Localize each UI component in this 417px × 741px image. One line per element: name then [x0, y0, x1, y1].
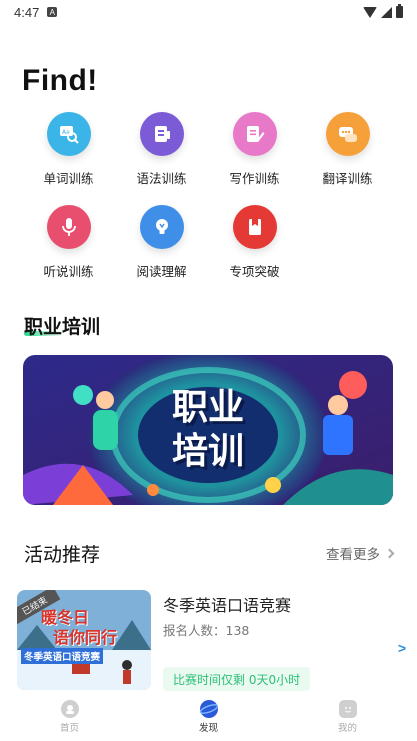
nav-label: 我的: [337, 723, 357, 734]
nav-label: 发现: [198, 723, 218, 734]
chat-bubbles-icon: [325, 112, 370, 156]
feature-vocabulary[interactable]: Aa 单词训练: [22, 112, 115, 187]
feature-label: 听说训练: [43, 264, 94, 279]
view-more-link[interactable]: 查看更多: [326, 543, 395, 563]
battery-icon: [396, 4, 403, 18]
feature-special[interactable]: 专项突破: [208, 205, 301, 280]
feature-reading[interactable]: 阅读理解: [115, 205, 208, 280]
feature-grid: Aa 单词训练 语法训练 写作训练 翻译训练 听说训练 阅读理解 专项突破: [22, 112, 394, 280]
feature-label: 专项突破: [229, 264, 280, 279]
banner-text-line-2: 培训: [171, 431, 244, 472]
nav-mine[interactable]: 我的: [278, 693, 417, 741]
status-bar: 4:47 A: [0, 0, 417, 24]
status-icons: [363, 4, 403, 18]
event-arrow-icon[interactable]: >: [398, 640, 406, 656]
event-time-remaining: 比赛时间仅剩 0天0小时: [163, 667, 311, 691]
smile-icon: [338, 700, 357, 718]
bottom-nav: 首页 发现 我的: [0, 693, 417, 741]
signal-icon: [381, 6, 392, 18]
nav-label: 首页: [59, 723, 79, 734]
feature-grammar[interactable]: 语法训练: [115, 112, 208, 187]
feature-label: 写作训练: [229, 171, 280, 186]
event-signup-count: 报名人数：138: [163, 623, 250, 638]
feature-writing[interactable]: 写作训练: [208, 112, 301, 187]
book-icon: [232, 205, 277, 249]
banner-text-line-1: 职业: [171, 387, 244, 428]
thumb-line-2: 语你同行: [53, 628, 118, 647]
lightbulb-icon: [139, 205, 184, 249]
event-thumbnail: 已结束 暖冬日 语你同行 冬季英语口语竞赛: [17, 590, 151, 690]
feature-label: 语法训练: [136, 171, 187, 186]
microphone-icon: [46, 205, 91, 249]
training-title: 职业培训: [24, 316, 101, 338]
pen-paper-icon: [232, 112, 277, 156]
nav-home[interactable]: 首页: [0, 693, 139, 741]
magnifier-word-icon: Aa: [46, 112, 91, 156]
event-title: 冬季英语口语竞赛: [163, 596, 292, 615]
home-face-icon: [60, 700, 79, 718]
feature-translation[interactable]: 翻译训练: [301, 112, 394, 187]
planet-icon: [199, 700, 218, 718]
events-title: 活动推荐: [24, 544, 101, 566]
nav-discover[interactable]: 发现: [139, 693, 278, 741]
training-banner[interactable]: 职业 培训: [23, 355, 393, 505]
find-title: Find!: [22, 64, 98, 97]
banner-text: 职业 培训: [23, 355, 393, 505]
chevron-right-icon: [384, 548, 395, 558]
event-card[interactable]: 已结束 暖冬日 语你同行 冬季英语口语竞赛 冬季英语口语竞赛 报名人数：138 …: [17, 590, 412, 691]
feature-listening[interactable]: 听说训练: [22, 205, 115, 280]
feature-label: 翻译训练: [322, 171, 373, 186]
notification-icon: A: [47, 7, 58, 17]
view-more-label: 查看更多: [326, 547, 380, 563]
status-time: 4:47: [14, 4, 40, 20]
feature-label: 单词训练: [43, 171, 94, 186]
grammar-book-icon: [139, 112, 184, 156]
feature-label: 阅读理解: [136, 264, 187, 279]
thumb-subtitle: 冬季英语口语竞赛: [21, 648, 104, 664]
wifi-icon: [363, 6, 377, 18]
